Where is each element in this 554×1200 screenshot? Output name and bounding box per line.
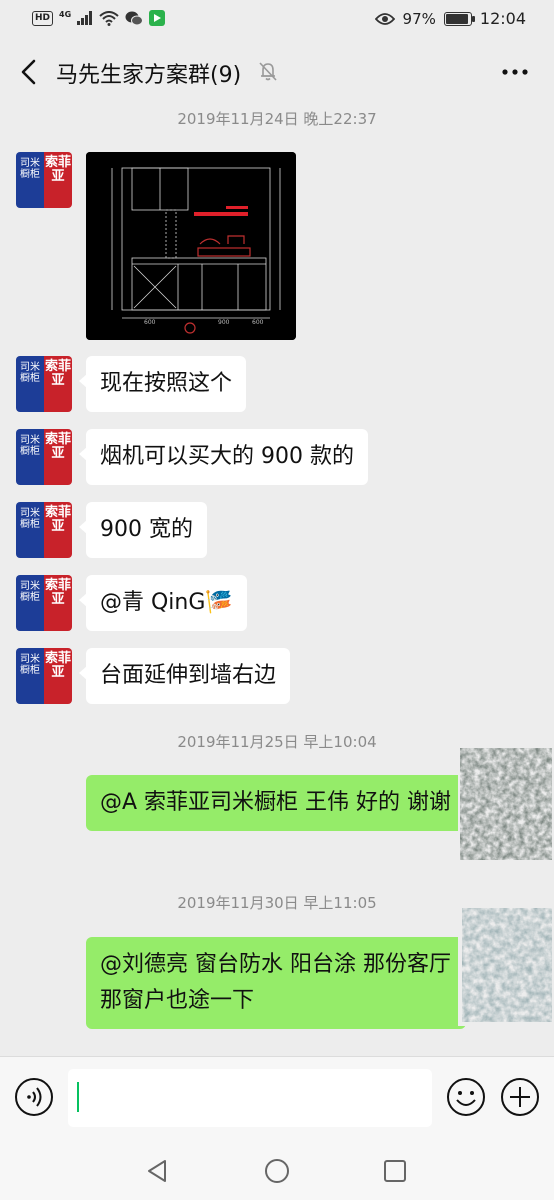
avatar[interactable]: 司米橱柜 索菲亚 xyxy=(16,356,72,412)
hd-indicator: HD xyxy=(32,10,54,26)
wechat-notification-icon xyxy=(125,11,144,25)
text-caret xyxy=(77,1082,79,1112)
avatar-left-text: 司米橱柜 xyxy=(16,502,44,558)
avatar[interactable]: 司米橱柜 索菲亚 xyxy=(16,502,72,558)
message-bubble[interactable]: 台面延伸到墙右边 xyxy=(78,648,291,704)
avatar-right-text: 索菲亚 xyxy=(44,152,72,208)
image-message[interactable]: 600 900 600 xyxy=(86,152,296,340)
avatar-left-text: 司米橱柜 xyxy=(16,575,44,631)
avatar[interactable]: 司米橱柜 索菲亚 xyxy=(16,648,72,704)
nav-back-button[interactable] xyxy=(142,1156,172,1186)
avatar-right-text: 索菲亚 xyxy=(44,648,72,704)
emoji-icon xyxy=(447,1078,485,1116)
status-right: 97% 12:04 xyxy=(374,9,526,28)
status-bar: HD 4G 97% 12:04 xyxy=(0,0,554,40)
avatar-left-text: 司米橱柜 xyxy=(16,648,44,704)
message-bubble[interactable]: 现在按照这个 xyxy=(78,356,247,412)
timestamp: 2019年11月24日 晚上22:37 xyxy=(177,110,377,128)
battery-icon xyxy=(443,11,475,26)
plus-circle-icon xyxy=(501,1078,539,1116)
message-bubble-self[interactable]: @刘德亮 窗台防水 阳台涂 那份客厅那窗户也途一下 xyxy=(86,937,473,1029)
self-avatar[interactable] xyxy=(458,904,554,1026)
message-bubble[interactable]: 900 宽的 xyxy=(79,502,207,558)
triangle-back-icon xyxy=(148,1160,166,1182)
circle-home-icon xyxy=(265,1159,289,1183)
self-avatar[interactable] xyxy=(458,742,554,864)
signal-icon xyxy=(77,11,93,25)
chat-header: 马先生家方案群(9) xyxy=(0,44,554,100)
voice-button[interactable] xyxy=(14,1077,54,1117)
avatar-right-text: 索菲亚 xyxy=(44,502,72,558)
network-type: 4G xyxy=(59,9,72,19)
message-bubble[interactable]: @青 QinG🎏 xyxy=(79,575,247,631)
more-functions-button[interactable] xyxy=(500,1077,540,1117)
avatar-left-text: 司米橱柜 xyxy=(16,356,44,412)
square-recents-icon xyxy=(384,1160,406,1182)
message-input[interactable] xyxy=(68,1069,432,1127)
battery-fill xyxy=(445,13,468,24)
message-bubble[interactable]: 烟机可以买大的 900 款的 xyxy=(79,429,368,485)
chat-screen: HD 4G 97% 12:04 马先生家方案群(9) 2019年11月24日 晚… xyxy=(0,0,554,1200)
emoji-button[interactable] xyxy=(446,1077,486,1117)
clock: 12:04 xyxy=(479,9,526,28)
message-bubble-self[interactable]: @A 索菲亚司米橱柜 王伟 好的 谢谢 xyxy=(86,775,473,831)
chat-title: 马先生家方案群(9) xyxy=(56,63,242,88)
input-bar xyxy=(0,1056,554,1140)
nav-recents-button[interactable] xyxy=(380,1156,410,1186)
more-dots-icon xyxy=(502,69,528,75)
wifi-icon xyxy=(99,10,119,26)
chevron-left-icon xyxy=(21,59,36,85)
back-button[interactable] xyxy=(12,52,48,92)
avatar-left-text: 司米橱柜 xyxy=(16,429,44,485)
avatar-left-text: 司米橱柜 xyxy=(16,152,44,208)
svg-text:600: 600 xyxy=(252,319,264,326)
avatar[interactable]: 司米橱柜 索菲亚 xyxy=(16,152,72,208)
eye-comfort-icon xyxy=(374,12,395,25)
svg-text:900: 900 xyxy=(218,319,230,326)
avatar[interactable]: 司米橱柜 索菲亚 xyxy=(16,575,72,631)
battery-percent: 97% xyxy=(402,9,436,28)
system-nav-bar xyxy=(0,1140,554,1200)
avatar-right-text: 索菲亚 xyxy=(44,429,72,485)
nav-home-button[interactable] xyxy=(262,1156,292,1186)
avatar-right-text: 索菲亚 xyxy=(44,356,72,412)
voice-icon xyxy=(15,1078,53,1116)
more-button[interactable] xyxy=(500,58,530,86)
app-notification-icon xyxy=(149,10,166,26)
svg-text:600: 600 xyxy=(144,319,156,326)
avatar[interactable]: 司米橱柜 索菲亚 xyxy=(16,429,72,485)
bell-off-icon xyxy=(259,62,277,81)
status-left: HD 4G xyxy=(32,9,166,26)
avatar-right-text: 索菲亚 xyxy=(44,575,72,631)
cabinet-drawing-image: 600 900 600 xyxy=(86,152,296,340)
